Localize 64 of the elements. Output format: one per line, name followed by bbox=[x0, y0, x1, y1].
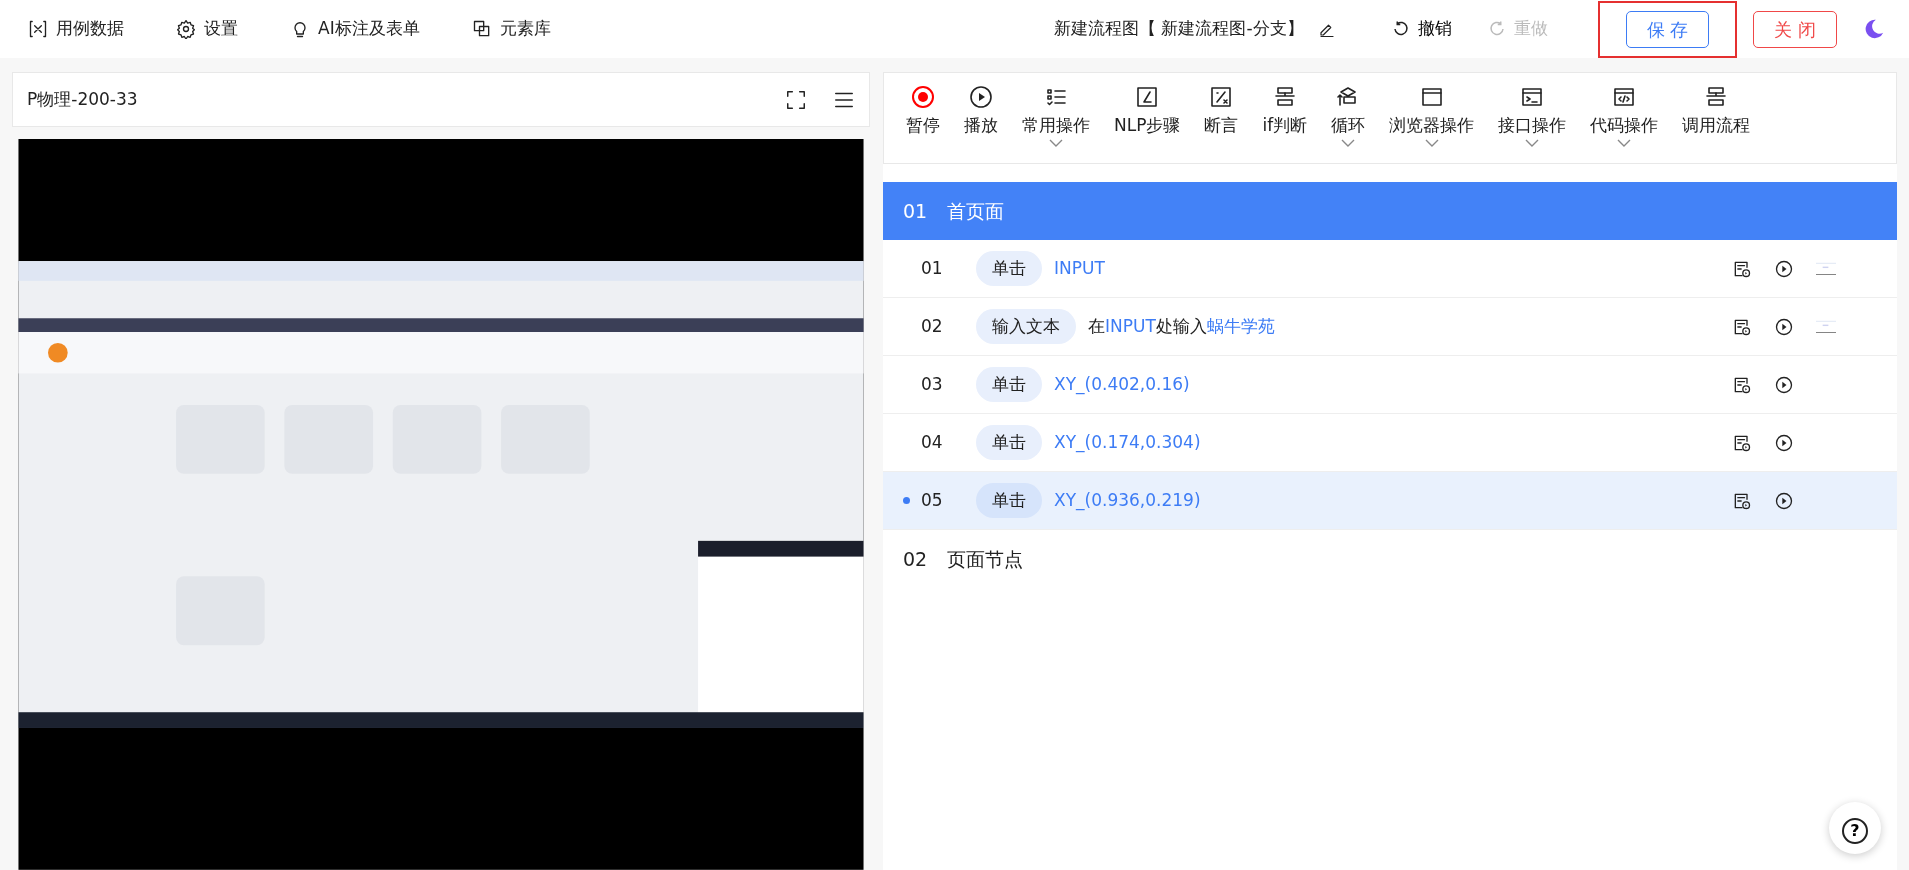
toolbar-button[interactable]: 浏览器操作 bbox=[1377, 85, 1487, 163]
step-number: 05 bbox=[921, 488, 944, 512]
redo-icon bbox=[1487, 20, 1506, 38]
play-icon[interactable] bbox=[1774, 490, 1794, 511]
action-tag: 单击 bbox=[976, 366, 1042, 403]
toolbar-button[interactable]: 代码操作 bbox=[1578, 85, 1671, 163]
help-button[interactable]: ? bbox=[1829, 802, 1881, 854]
toolbar-button[interactable]: 常用操作 bbox=[1010, 85, 1102, 163]
toolbar-button[interactable]: 暂停 bbox=[894, 85, 952, 163]
flow-icon bbox=[1704, 85, 1729, 109]
percent-box-icon bbox=[1209, 85, 1234, 109]
play-icon[interactable] bbox=[1774, 316, 1794, 337]
step-number: 02 bbox=[921, 314, 944, 338]
step-description: XY_(0.936,0.219) bbox=[1054, 488, 1201, 513]
browser-icon bbox=[1419, 85, 1444, 109]
toolbar-button[interactable]: if判断 bbox=[1250, 85, 1320, 163]
menu-item[interactable]: AI标注及表单 bbox=[290, 16, 420, 42]
record-icon bbox=[911, 85, 935, 109]
step-row[interactable]: 05 单击 XY_(0.936,0.219) bbox=[883, 472, 1897, 530]
fullscreen-icon[interactable] bbox=[785, 88, 807, 111]
action-tag: 输入文本 bbox=[976, 308, 1076, 345]
toolbar-button[interactable]: 接口操作 bbox=[1486, 85, 1579, 163]
toolbar-button[interactable]: 播放 bbox=[952, 85, 1010, 163]
play-icon[interactable] bbox=[1774, 432, 1794, 453]
undo-button[interactable]: 撤销 bbox=[1391, 16, 1452, 42]
action-tag: 单击 bbox=[976, 250, 1042, 287]
toolbar-button[interactable]: 断言 bbox=[1192, 85, 1251, 163]
flow-icon bbox=[1272, 85, 1297, 109]
page-header[interactable]: 02 页面节点 bbox=[883, 530, 1897, 588]
step-number: 03 bbox=[921, 372, 944, 396]
toolbar-button[interactable]: 调用流程 bbox=[1670, 85, 1763, 163]
layers-icon bbox=[471, 19, 492, 39]
step-row[interactable]: 01 单击 INPUT bbox=[883, 240, 1897, 298]
undo-icon bbox=[1391, 20, 1410, 38]
step-description: 在INPUT处输入蜗牛学苑 bbox=[1088, 314, 1275, 338]
action-tag: 单击 bbox=[976, 424, 1042, 461]
toolbar-button[interactable]: 循环 bbox=[1319, 85, 1378, 163]
close-button[interactable]: 关 闭 bbox=[1753, 10, 1837, 48]
step-number: 04 bbox=[921, 430, 944, 454]
step-row[interactable]: 03 单击 XY_(0.402,0.16) bbox=[883, 356, 1897, 414]
menu-item[interactable]: 元素库 bbox=[471, 16, 551, 42]
step-description: XY_(0.402,0.16) bbox=[1054, 372, 1190, 397]
toolbar-button[interactable]: NLP步骤 bbox=[1102, 85, 1193, 163]
play-icon[interactable] bbox=[1774, 374, 1794, 395]
terminal-icon bbox=[1520, 85, 1545, 109]
menu-item[interactable]: 用例数据 bbox=[28, 16, 124, 42]
page-header[interactable]: 01 首页面 bbox=[883, 182, 1897, 240]
menu-item[interactable]: 设置 bbox=[176, 16, 238, 42]
step-description: INPUT bbox=[1054, 256, 1105, 280]
moon-icon[interactable] bbox=[1863, 18, 1885, 40]
play-icon[interactable] bbox=[1774, 258, 1794, 279]
step-description: XY_(0.174,0.304) bbox=[1054, 430, 1201, 455]
variable-icon bbox=[28, 19, 48, 39]
play-icon bbox=[969, 85, 993, 109]
selected-dot bbox=[903, 497, 910, 504]
action-tag: 单击 bbox=[976, 482, 1042, 519]
preview-title: P物理-200-33 bbox=[27, 87, 138, 111]
slash-box-icon bbox=[1135, 85, 1160, 109]
step-number: 01 bbox=[921, 256, 944, 280]
settings-icon bbox=[176, 19, 196, 39]
code-window-icon bbox=[1612, 85, 1637, 109]
step-row[interactable]: 02 输入文本 在INPUT处输入蜗牛学苑 bbox=[883, 298, 1897, 356]
save-button[interactable]: 保 存 bbox=[1625, 10, 1710, 48]
flow-title: 新建流程图【 新建流程图-分支】 bbox=[1054, 17, 1304, 41]
